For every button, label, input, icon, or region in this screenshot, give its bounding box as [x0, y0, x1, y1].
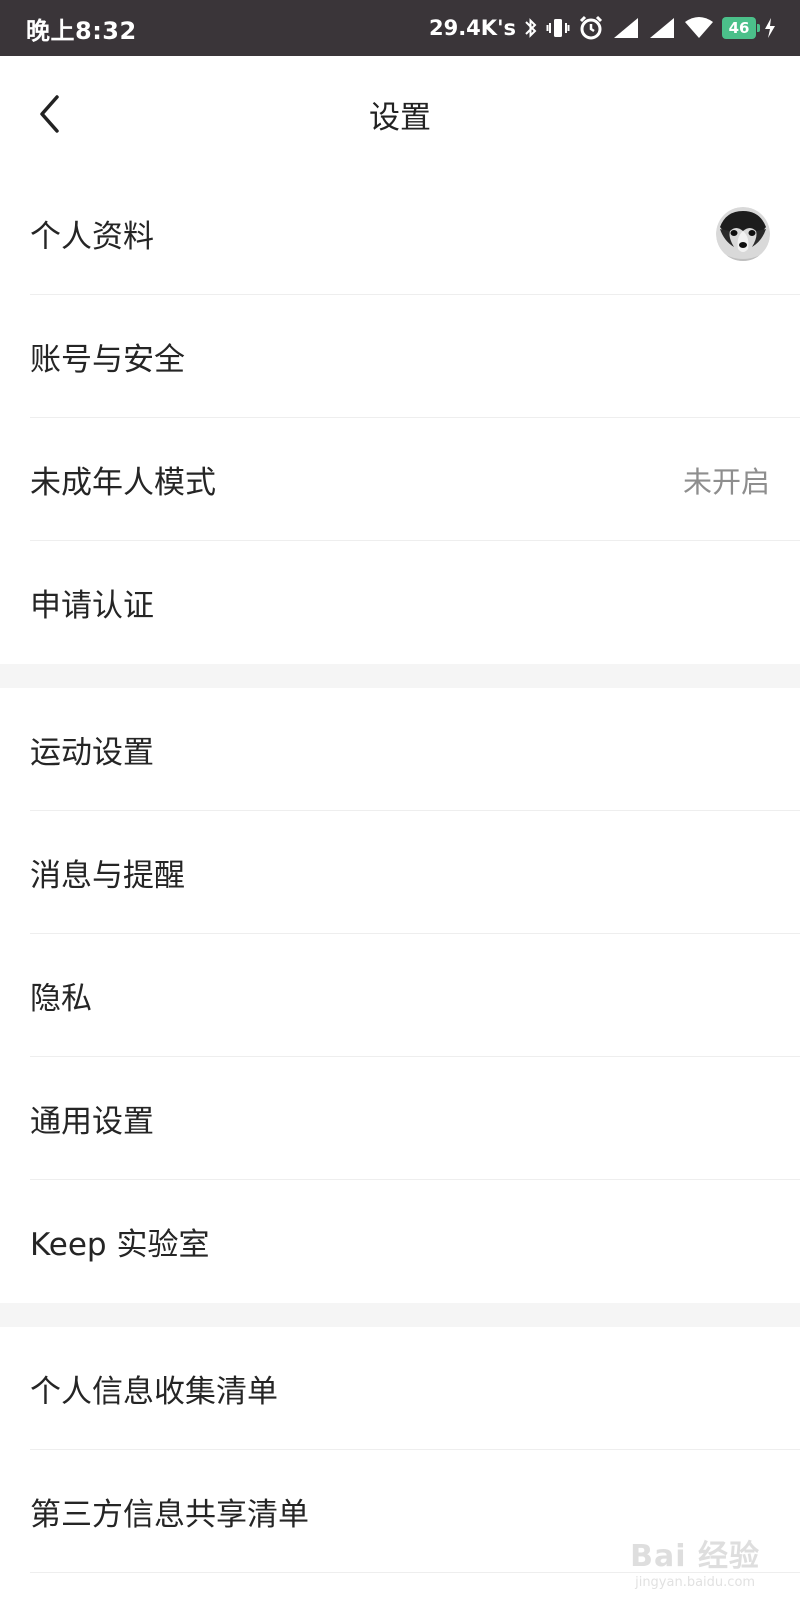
settings-item-lab[interactable]: Keep 实验室 [0, 1180, 800, 1303]
settings-item-account-security[interactable]: 账号与安全 [0, 295, 800, 418]
settings-item-privacy[interactable]: 隐私 [0, 934, 800, 1057]
status-icons: 29.4K's 46 [429, 15, 776, 41]
chevron-left-icon [40, 95, 59, 133]
settings-group-app: 运动设置 消息与提醒 隐私 通用设置 Keep 实验室 [0, 688, 800, 1303]
status-bar: 晚上8:32 29.4K's 46 [0, 0, 800, 56]
signal-icon [648, 15, 676, 41]
alarm-icon [578, 15, 604, 41]
section-divider [0, 664, 800, 688]
settings-item-verification[interactable]: 申请认证 [0, 541, 800, 664]
settings-item-general[interactable]: 通用设置 [0, 1057, 800, 1180]
settings-item-label: 消息与提醒 [30, 858, 185, 894]
watermark: Bai 经验 jingyan.baidu.com [630, 1531, 760, 1590]
avatar [716, 206, 770, 261]
signal-icon [612, 15, 640, 41]
settings-item-sport[interactable]: 运动设置 [0, 688, 800, 811]
minor-mode-status: 未开启 [682, 464, 770, 499]
settings-item-label: 通用设置 [30, 1104, 154, 1140]
watermark-url: jingyan.baidu.com [635, 1575, 756, 1590]
settings-item-minor-mode[interactable]: 未成年人模式 未开启 [0, 418, 800, 541]
network-speed: 29.4K's [428, 16, 516, 40]
watermark-logo: Bai 经验 [630, 1539, 760, 1574]
vibrate-icon [546, 15, 570, 41]
settings-item-label: 个人信息收集清单 [30, 1374, 278, 1410]
charging-icon [764, 15, 776, 41]
status-time: 晚上8:32 [26, 16, 137, 45]
settings-item-label: 运动设置 [30, 735, 154, 771]
settings-item-label: Keep 实验室 [30, 1227, 210, 1263]
settings-item-label: 第三方信息共享清单 [30, 1497, 309, 1533]
page-title: 设置 [369, 99, 431, 136]
settings-item-label: 账号与安全 [30, 342, 185, 378]
back-button[interactable] [28, 88, 72, 140]
battery-icon: 46 [722, 17, 760, 39]
nav-bar: 设置 [0, 56, 800, 172]
bluetooth-icon [524, 15, 538, 41]
settings-item-profile[interactable]: 个人资料 [0, 172, 800, 295]
section-divider [0, 1303, 800, 1327]
wifi-icon [684, 15, 714, 41]
settings-item-label: 申请认证 [30, 588, 154, 624]
settings-item-label: 个人资料 [30, 219, 154, 255]
settings-item-data-collection[interactable]: 个人信息收集清单 [0, 1327, 800, 1450]
settings-item-notifications[interactable]: 消息与提醒 [0, 811, 800, 934]
settings-item-label: 隐私 [30, 981, 92, 1017]
settings-item-label: 未成年人模式 [30, 465, 216, 501]
settings-group-account: 个人资料 账号与安全 未成年人模式 未开启 申请认证 [0, 172, 800, 664]
